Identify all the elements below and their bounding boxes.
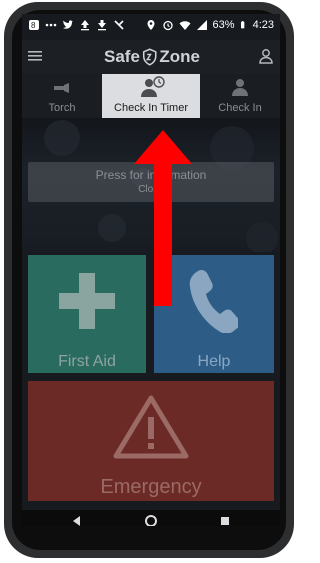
clock-time: 4:23 xyxy=(252,19,274,31)
svg-text:8: 8 xyxy=(31,21,36,30)
person-icon xyxy=(232,79,248,96)
battery-icon xyxy=(240,21,244,29)
status-left-icons: 8 xyxy=(28,19,125,31)
wifi-icon xyxy=(179,21,191,30)
first-aid-cross-icon xyxy=(59,273,115,329)
torch-icon xyxy=(54,83,69,93)
tab-check-in-timer[interactable]: Check In Timer xyxy=(102,74,200,118)
phone-screen: 8 63% 4:23 Safe Zone Torch Check In Time… xyxy=(22,14,280,526)
download-icon xyxy=(98,20,106,31)
person-clock-icon xyxy=(141,76,165,97)
recents-icon[interactable] xyxy=(218,514,232,526)
status-right-icons: 63% 4:23 xyxy=(145,19,274,31)
status-bar: 8 63% 4:23 xyxy=(22,14,280,40)
tab-check-in[interactable]: Check In xyxy=(200,74,280,118)
profile-icon[interactable] xyxy=(258,48,274,64)
twitter-icon xyxy=(63,20,73,29)
tab-torch-label: Torch xyxy=(48,102,76,114)
tab-torch[interactable]: Torch xyxy=(22,74,102,118)
notification-icon: 8 xyxy=(29,20,39,30)
tab-check-in-label: Check In xyxy=(218,102,262,114)
phone-icon xyxy=(189,269,238,333)
home-icon[interactable] xyxy=(144,514,158,526)
back-icon[interactable] xyxy=(70,514,84,526)
hamburger-menu-icon[interactable] xyxy=(28,50,42,62)
signal-icon xyxy=(196,20,207,30)
upload-icon xyxy=(81,20,89,31)
alarm-icon xyxy=(162,20,173,31)
shield-icon xyxy=(142,48,157,66)
battery-percent: 63% xyxy=(212,19,235,31)
help-label: Help xyxy=(197,353,231,370)
first-aid-label: First Aid xyxy=(58,353,116,370)
location-icon xyxy=(147,20,155,30)
emergency-label: Emergency xyxy=(100,476,202,498)
first-aid-button[interactable]: First Aid xyxy=(28,255,146,373)
red-arrow-annotation xyxy=(134,130,192,306)
app-logo: Safe Zone xyxy=(104,46,200,68)
notification-icon-2 xyxy=(114,20,124,30)
tab-bar: Torch Check In Timer Check In xyxy=(22,74,280,118)
logo-text-zone: Zone xyxy=(159,47,200,66)
tab-check-in-timer-label: Check In Timer xyxy=(114,102,188,114)
app-bar: Safe Zone xyxy=(22,40,280,74)
warning-triangle-icon xyxy=(113,395,189,459)
dots-icon xyxy=(45,23,57,27)
logo-text-safe: Safe xyxy=(104,47,140,66)
emergency-button[interactable]: Emergency xyxy=(28,381,274,501)
android-nav-bar xyxy=(22,510,280,526)
